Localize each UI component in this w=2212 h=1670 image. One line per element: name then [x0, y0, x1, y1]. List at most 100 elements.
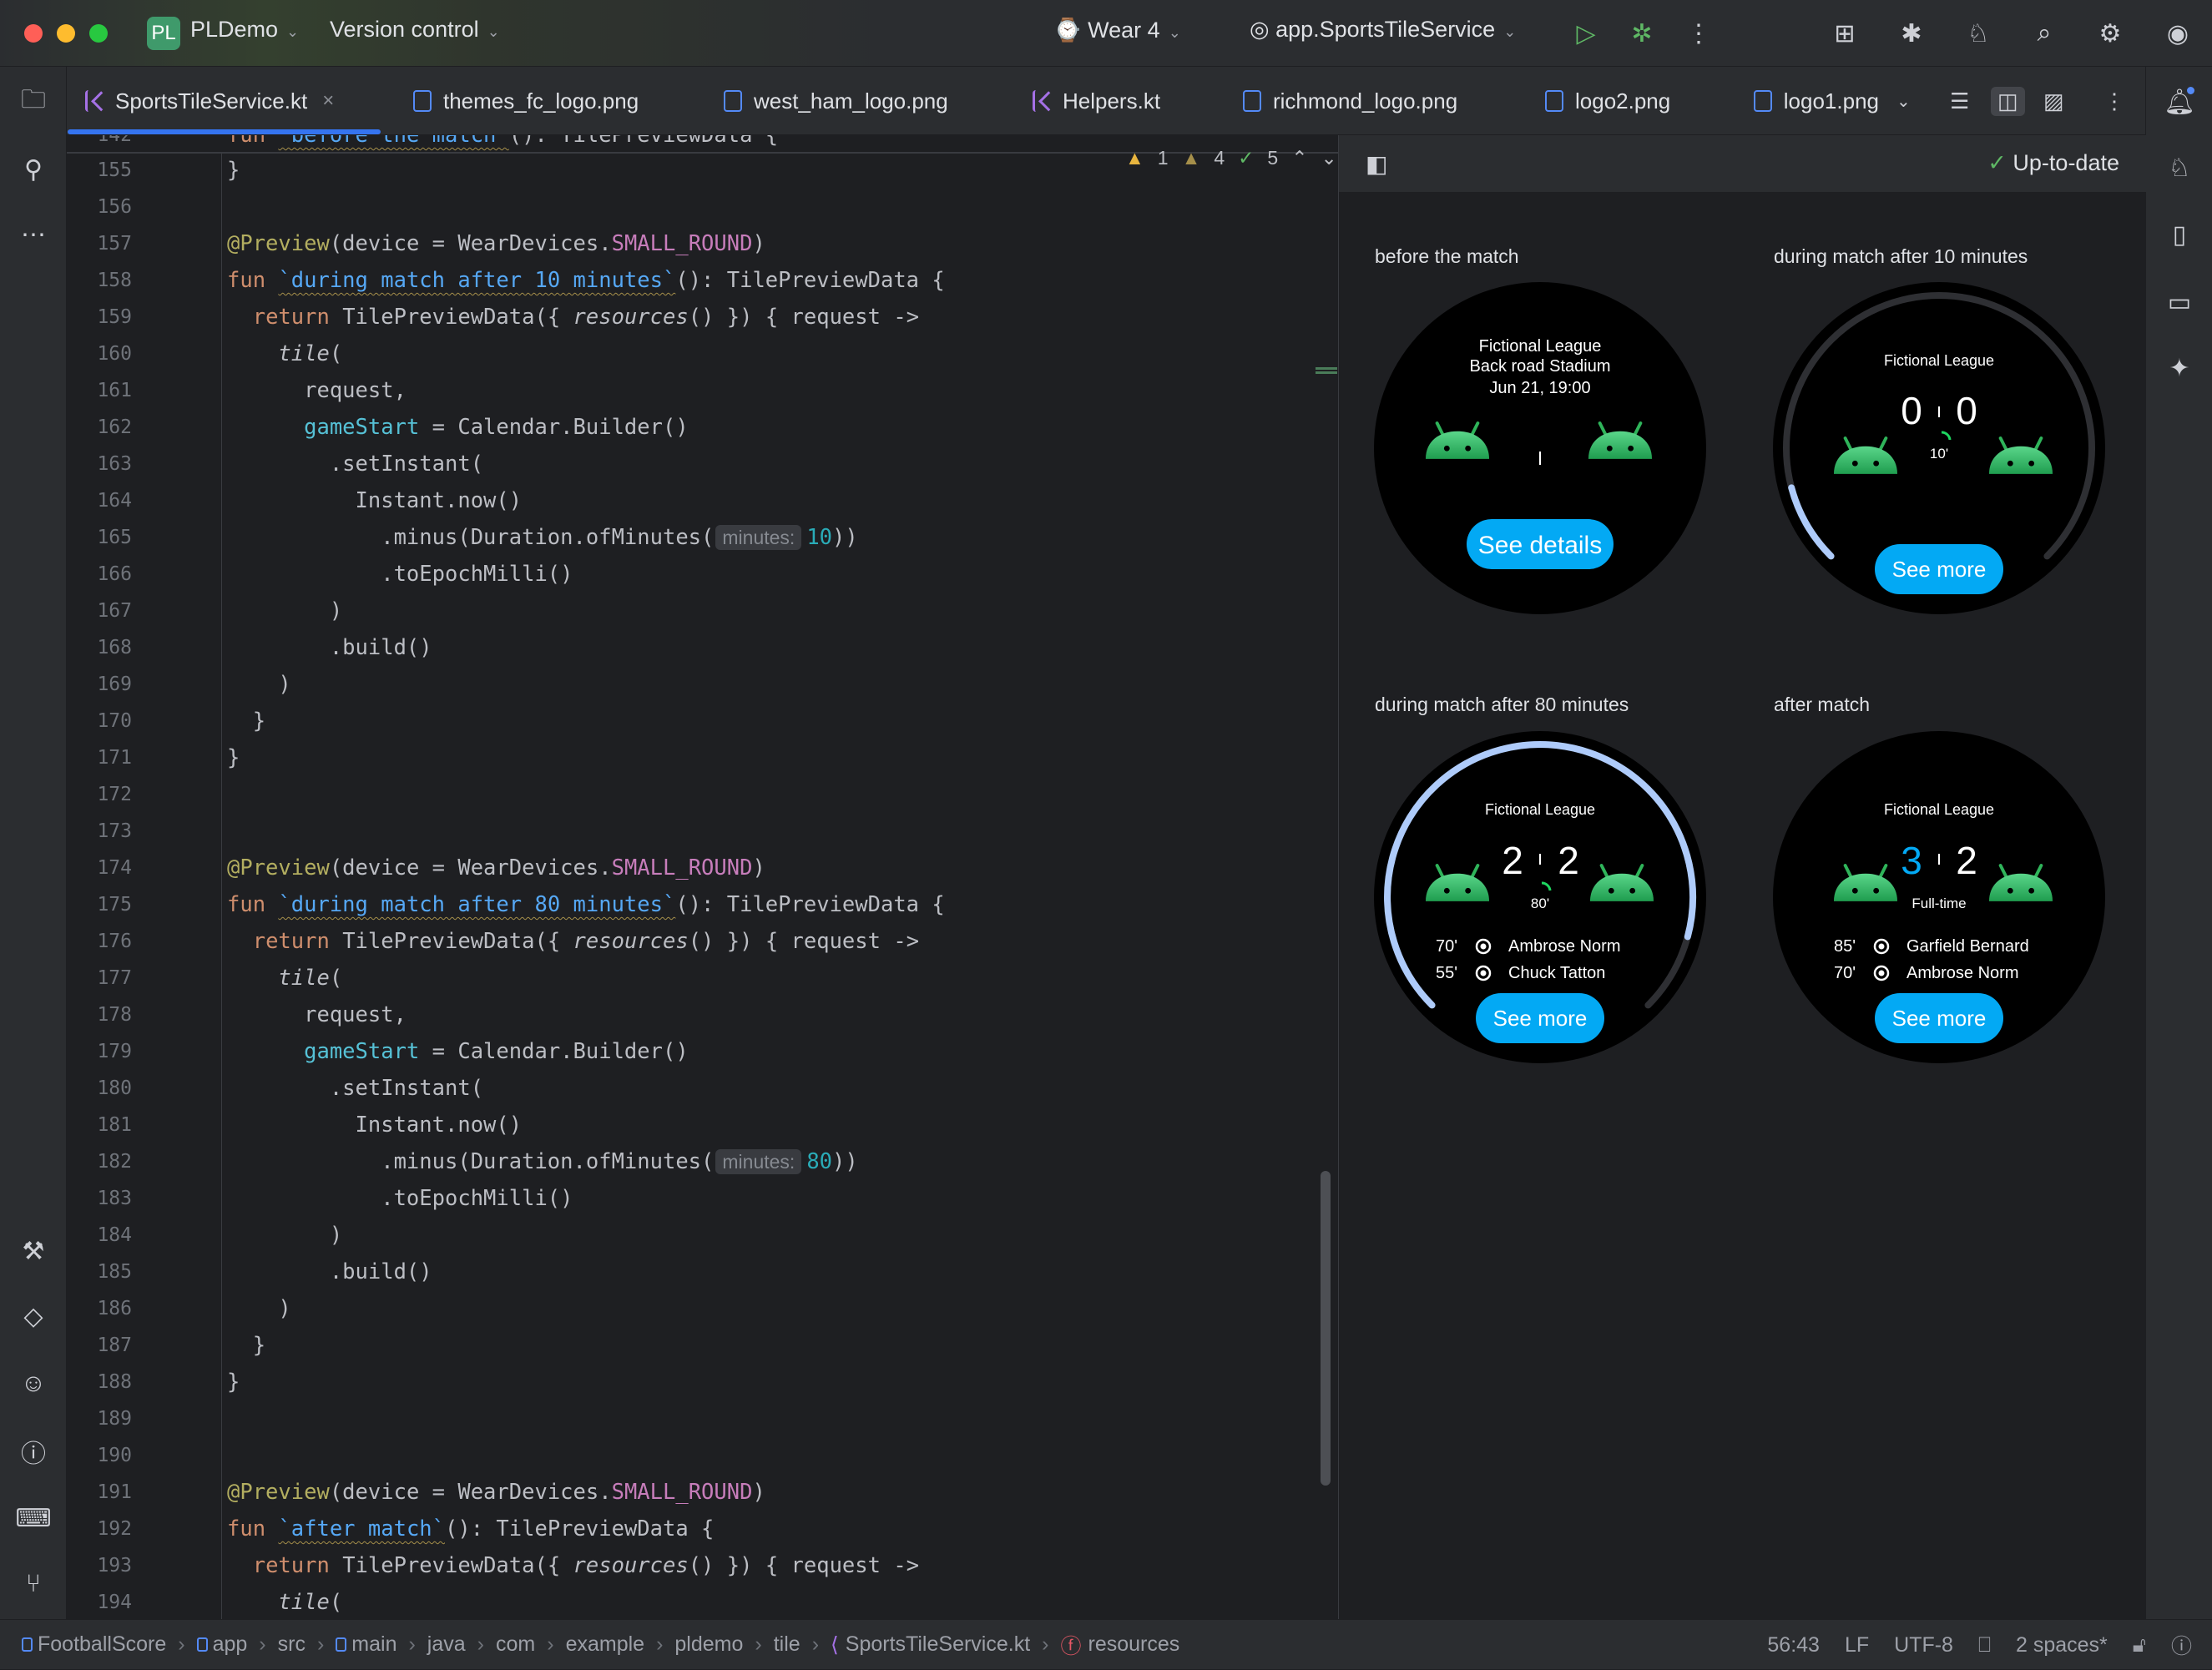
settings-icon[interactable]: ⚙ — [2093, 17, 2127, 50]
line-number[interactable]: 172 — [67, 776, 132, 813]
problems-icon[interactable]: ⓘ — [17, 1435, 50, 1468]
code-line[interactable]: 168 .build() — [67, 629, 1319, 666]
build-hammer-icon[interactable]: ⚒ — [17, 1234, 50, 1268]
project-selector[interactable]: PLDemo ⌄ — [190, 17, 299, 43]
tab-logo1[interactable]: logo1.png — [1754, 67, 1879, 135]
line-number[interactable]: 162 — [67, 409, 132, 446]
code-line[interactable]: 191 @Preview(device = WearDevices.SMALL_R… — [67, 1474, 1319, 1511]
line-number[interactable]: 193 — [67, 1547, 132, 1584]
breadcrumb-item[interactable]: ⟨ SportsTileService.kt — [831, 1632, 1030, 1657]
line-number[interactable]: 192 — [67, 1511, 132, 1547]
code-line[interactable]: 166 .toEpochMilli() — [67, 556, 1319, 593]
line-number[interactable]: 190 — [67, 1437, 132, 1474]
breadcrumb-item[interactable]: ⓕ resources — [1060, 1630, 1179, 1660]
code-line[interactable]: 188} — [67, 1364, 1319, 1400]
debug-icon[interactable]: ✲ — [1625, 17, 1659, 50]
git-branch-icon[interactable]: ⑂ — [17, 1567, 50, 1601]
design-view-icon[interactable]: ▨ — [2043, 67, 2064, 135]
code-line[interactable]: 177 tile( — [67, 960, 1319, 996]
tab-richmond-logo[interactable]: richmond_logo.png — [1243, 67, 1457, 135]
line-number[interactable]: 184 — [67, 1217, 132, 1254]
notifications-bell-icon[interactable]: 🔔︎ — [2163, 85, 2196, 119]
line-number[interactable]: 171 — [67, 739, 132, 776]
breadcrumb-item[interactable]: src — [278, 1632, 306, 1657]
tile-after-match[interactable]: Fictional League 3 2 Full-time 85' Garfi… — [1772, 730, 2106, 1064]
code-line[interactable]: 192 fun `after match`(): TilePreviewData … — [67, 1511, 1319, 1547]
line-number[interactable]: 157 — [67, 225, 132, 262]
breadcrumb-item[interactable]: main — [336, 1632, 396, 1657]
run-icon[interactable]: ▷ — [1569, 17, 1603, 50]
line-number[interactable]: 164 — [67, 482, 132, 519]
line-number[interactable]: 183 — [67, 1180, 132, 1217]
zoom-window-button[interactable] — [89, 24, 108, 43]
code-line[interactable]: 160 tile( — [67, 336, 1319, 372]
line-number[interactable]: 168 — [67, 629, 132, 666]
tab-west-ham-logo[interactable]: west_ham_logo.png — [724, 67, 948, 135]
code-line[interactable]: 190 — [67, 1437, 1319, 1474]
line-number[interactable]: 160 — [67, 336, 132, 372]
line-number[interactable]: 186 — [67, 1290, 132, 1327]
device-explorer-icon[interactable]: ▯ — [2163, 218, 2196, 251]
logcat-icon[interactable]: ☺ — [17, 1367, 50, 1400]
code-line[interactable]: 194 tile( — [67, 1584, 1319, 1619]
line-number[interactable]: 187 — [67, 1327, 132, 1364]
code-line[interactable]: 182 .minus(Duration.ofMinutes(minutes: 80… — [67, 1143, 1319, 1180]
more-tools-icon[interactable]: ⋯ — [17, 218, 50, 251]
terminal-icon[interactable]: ⌨ — [15, 1501, 51, 1535]
split-view-icon[interactable]: ◫ — [1991, 86, 2025, 116]
code-line[interactable]: 173 — [67, 813, 1319, 850]
line-number[interactable]: 176 — [67, 923, 132, 960]
version-control-menu[interactable]: Version control ⌄ — [330, 17, 500, 43]
gemini-sparkle-icon[interactable]: ✦ — [2163, 351, 2196, 385]
line-ending[interactable]: LF — [1845, 1633, 1869, 1657]
breadcrumb-item[interactable]: pldemo — [674, 1632, 743, 1657]
code-line[interactable]: 176 return TilePreviewData({ resources()… — [67, 923, 1319, 960]
code-view-icon[interactable]: ☰ — [1950, 67, 1969, 135]
editor-more-icon[interactable]: ⋮ — [2103, 67, 2125, 135]
code-line[interactable]: 162 gameStart = Calendar.Builder() — [67, 409, 1319, 446]
line-number[interactable]: 170 — [67, 703, 132, 739]
code-line[interactable]: 189 — [67, 1400, 1319, 1437]
line-number[interactable]: 179 — [67, 1033, 132, 1070]
code-line[interactable]: 158 fun `during match after 10 minutes`()… — [67, 262, 1319, 299]
next-highlight-icon[interactable]: ⌄ — [1321, 147, 1336, 169]
line-number[interactable]: 158 — [67, 262, 132, 299]
line-number[interactable]: 161 — [67, 372, 132, 409]
line-number[interactable]: 188 — [67, 1364, 132, 1400]
device-selector[interactable]: ⌚ Wear 4 ⌄ — [1053, 17, 1181, 43]
search-icon[interactable]: ⌕ — [2028, 17, 2061, 50]
breadcrumb-item[interactable]: tile — [774, 1632, 800, 1657]
tab-themes-fc-logo[interactable]: themes_fc_logo.png — [413, 67, 639, 135]
code-line[interactable]: 184 ) — [67, 1217, 1319, 1254]
code-line[interactable]: 161 request, — [67, 372, 1319, 409]
tile-during-match-80[interactable]: Fictional League 2 2 80' 70' Ambrose Nor… — [1373, 730, 1707, 1064]
line-number[interactable]: 159 — [67, 299, 132, 336]
code-line[interactable]: 193 return TilePreviewData({ resources()… — [67, 1547, 1319, 1584]
line-number[interactable]: 155 — [67, 152, 132, 189]
code-line[interactable]: 174 @Preview(device = WearDevices.SMALL_R… — [67, 850, 1319, 886]
tab-helpers[interactable]: Helpers.kt — [1033, 67, 1160, 135]
see-more-button[interactable]: See more — [1875, 993, 2003, 1043]
close-window-button[interactable] — [24, 24, 43, 43]
line-number[interactable]: 191 — [67, 1474, 132, 1511]
layout-grid-icon[interactable]: ◧ — [1366, 150, 1387, 178]
code-editor[interactable]: 142 fun `before the match`(): TilePreview… — [67, 135, 1338, 1619]
line-number[interactable]: 169 — [67, 666, 132, 703]
run-configuration-selector[interactable]: ◎ app.SportsTileService ⌄ — [1250, 17, 1516, 43]
breadcrumb-item[interactable]: java — [427, 1632, 466, 1657]
project-folder-icon[interactable]: 🗀 — [17, 85, 50, 119]
tab-logo2[interactable]: logo2.png — [1545, 67, 1670, 135]
code-line[interactable]: 170 } — [67, 703, 1319, 739]
resource-manager-icon[interactable]: ⚲ — [17, 153, 50, 186]
code-line[interactable]: 169 ) — [67, 666, 1319, 703]
code-line[interactable]: 181 Instant.now() — [67, 1107, 1319, 1143]
close-tab-icon[interactable]: × — [322, 89, 334, 113]
gradle-elephant-icon[interactable]: ♘ — [2163, 151, 2196, 184]
see-more-button[interactable]: See more — [1875, 544, 2003, 594]
profiler-icon[interactable]: ✱ — [1895, 17, 1928, 50]
running-devices-icon[interactable]: ▭ — [2163, 285, 2196, 319]
editor-scrollbar[interactable] — [1321, 1171, 1331, 1486]
breadcrumb-item[interactable]: app — [196, 1632, 247, 1657]
lock-icon[interactable]: 🔓︎ — [2133, 1633, 2146, 1657]
line-number[interactable]: 174 — [67, 850, 132, 886]
